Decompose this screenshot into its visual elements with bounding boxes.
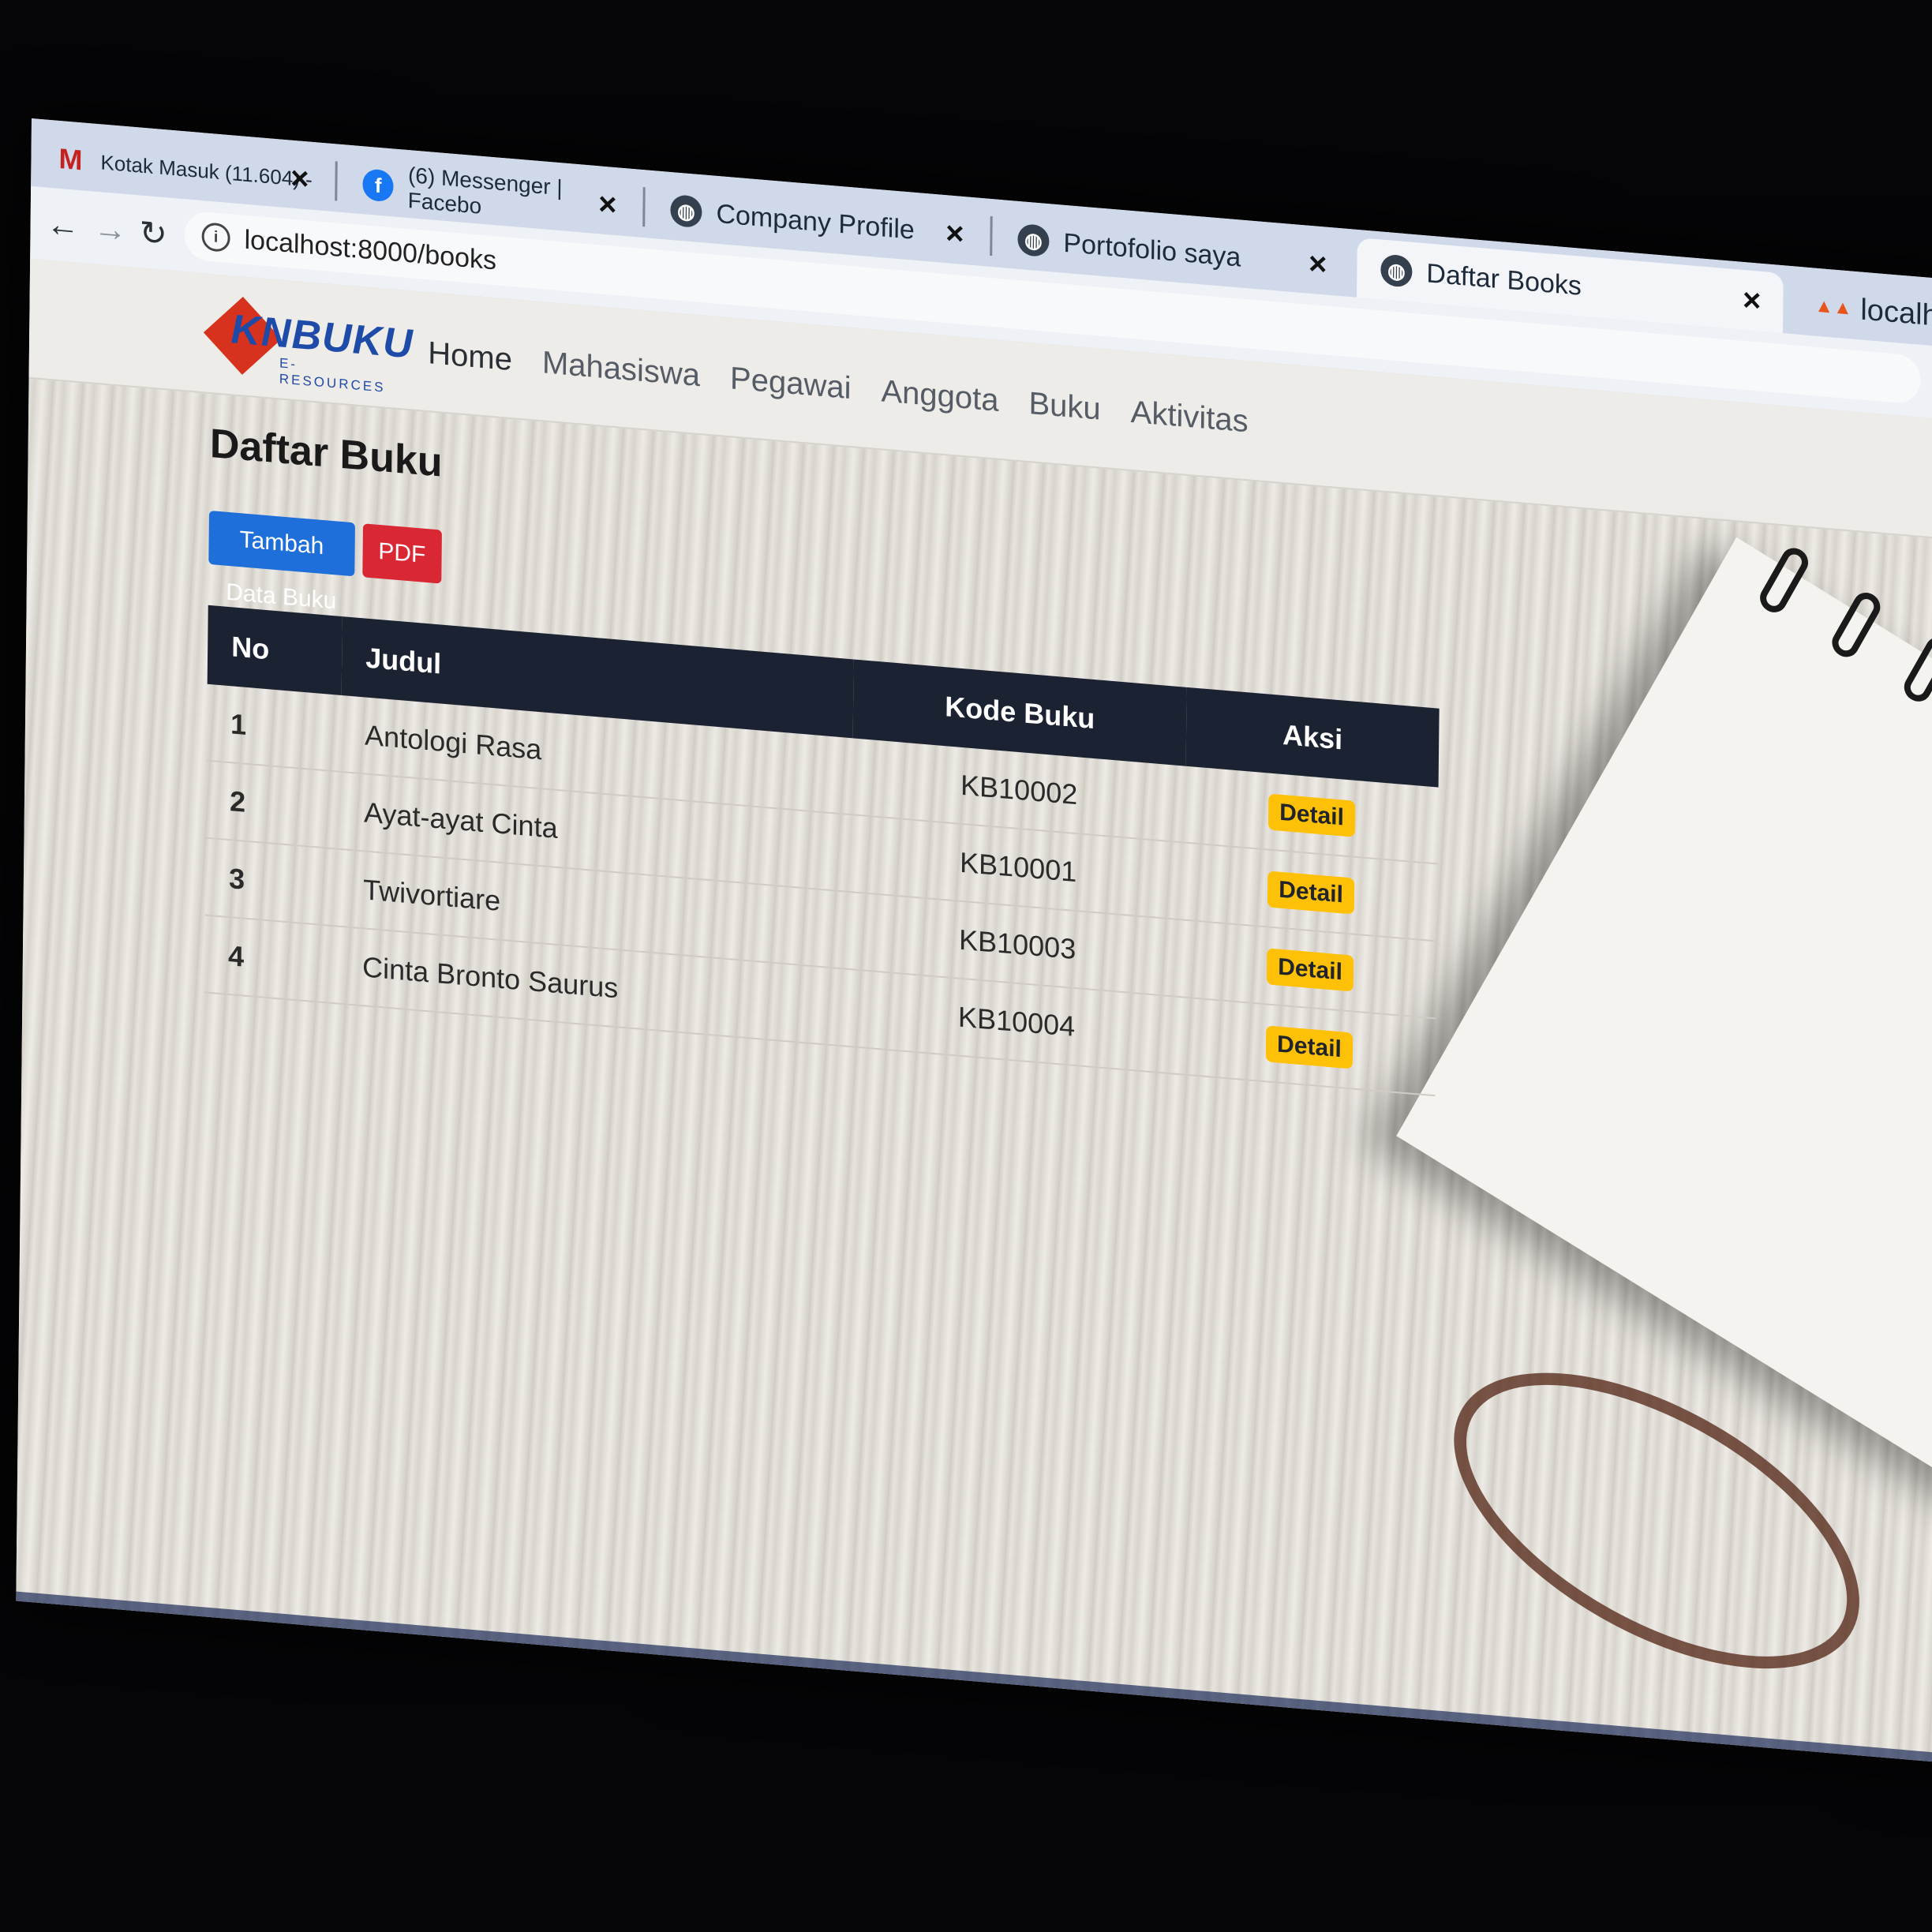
- tab-title: Kotak Masuk (11.604) -: [100, 149, 313, 192]
- page-title: Daftar Buku: [209, 420, 443, 486]
- edge-icon[interactable]: [239, 1631, 279, 1672]
- chrome-icon[interactable]: [578, 1659, 618, 1701]
- main-content: Daftar Buku Tambah Data Buku PDF No Judu…: [204, 420, 1440, 1096]
- site-logo[interactable]: KNBUKU E-RESOURCES: [203, 296, 414, 395]
- photos-icon[interactable]: [782, 1676, 822, 1717]
- cell-no: 2: [205, 760, 341, 849]
- sublime-icon[interactable]: [646, 1664, 686, 1706]
- tab-title: Daftar Books: [1426, 257, 1582, 301]
- store-icon[interactable]: [171, 1625, 211, 1667]
- nav-home[interactable]: Home: [428, 335, 512, 378]
- forward-arrow-icon[interactable]: →: [93, 209, 126, 249]
- nav-mahasiswa[interactable]: Mahasiswa: [542, 345, 701, 394]
- gmail-icon: M: [58, 141, 83, 177]
- detail-button[interactable]: Detail: [1267, 870, 1355, 915]
- cell-no: 4: [204, 915, 339, 1004]
- close-icon[interactable]: ×: [598, 186, 617, 223]
- nav-pegawai[interactable]: Pegawai: [730, 361, 852, 406]
- reload-icon[interactable]: ↻: [139, 212, 167, 253]
- cell-no: 1: [206, 683, 342, 772]
- close-icon[interactable]: ×: [1309, 246, 1327, 283]
- info-icon[interactable]: i: [201, 222, 230, 253]
- pma-icon: ▲▲: [1814, 294, 1853, 320]
- notebook-rings: [1713, 517, 1932, 988]
- ring: [1827, 587, 1885, 662]
- detail-button[interactable]: Detail: [1267, 793, 1356, 837]
- spotify-icon[interactable]: [375, 1642, 414, 1683]
- action-buttons: Tambah Data Buku PDF: [208, 510, 442, 614]
- detail-button[interactable]: Detail: [1265, 1024, 1354, 1069]
- notebook-decoration: [1396, 537, 1932, 1522]
- close-icon[interactable]: ×: [945, 215, 964, 253]
- close-icon[interactable]: ×: [1743, 283, 1762, 320]
- tab-separator: [990, 215, 993, 256]
- photo-scene: M Kotak Masuk (11.604) - × f (6) Messeng…: [0, 0, 1932, 1932]
- nav-anggota[interactable]: Anggota: [881, 373, 998, 418]
- start-icon[interactable]: [39, 1613, 78, 1655]
- books-table: No Judul Kode Buku Aksi 1 Antologi Rasa …: [204, 605, 1440, 1096]
- globe-icon: ◍: [1017, 223, 1050, 258]
- ring: [1899, 631, 1932, 707]
- app-icon[interactable]: [307, 1636, 346, 1678]
- nav-buku[interactable]: Buku: [1028, 386, 1101, 428]
- globe-icon: ◍: [670, 193, 702, 229]
- add-book-button[interactable]: Tambah Data Buku: [208, 510, 355, 614]
- cell-no: 3: [204, 837, 340, 927]
- page-body: KNBUKU E-RESOURCES Home Mahasiswa Pegawa…: [16, 258, 1932, 1767]
- detail-button[interactable]: Detail: [1266, 947, 1354, 992]
- arduino-icon[interactable]: [714, 1670, 754, 1712]
- tab-title: localho: [1860, 292, 1932, 335]
- ring: [1755, 542, 1814, 618]
- main-nav: Home Mahasiswa Pegawai Anggota Buku Akti…: [428, 335, 1249, 440]
- close-icon[interactable]: ×: [290, 161, 309, 198]
- tab-title: Company Profile: [716, 198, 915, 245]
- url-text: localhost:8000/books: [244, 224, 497, 275]
- pdf-button[interactable]: PDF: [361, 523, 442, 584]
- globe-icon: ◍: [1380, 253, 1413, 288]
- cortana-icon[interactable]: [107, 1621, 143, 1659]
- tab-separator: [642, 187, 646, 227]
- nav-aktivitas[interactable]: Aktivitas: [1130, 395, 1248, 440]
- folder-icon[interactable]: [511, 1653, 550, 1695]
- monitor-screen: M Kotak Masuk (11.604) - × f (6) Messeng…: [16, 118, 1932, 1767]
- facebook-icon: f: [362, 168, 395, 203]
- tab-separator: [335, 161, 338, 201]
- back-arrow-icon[interactable]: ←: [46, 205, 79, 245]
- whatsapp-icon[interactable]: [443, 1647, 482, 1689]
- header-no: No: [207, 605, 343, 695]
- xampp-icon[interactable]: [850, 1682, 889, 1724]
- tab-title: Portofolio saya: [1063, 227, 1241, 273]
